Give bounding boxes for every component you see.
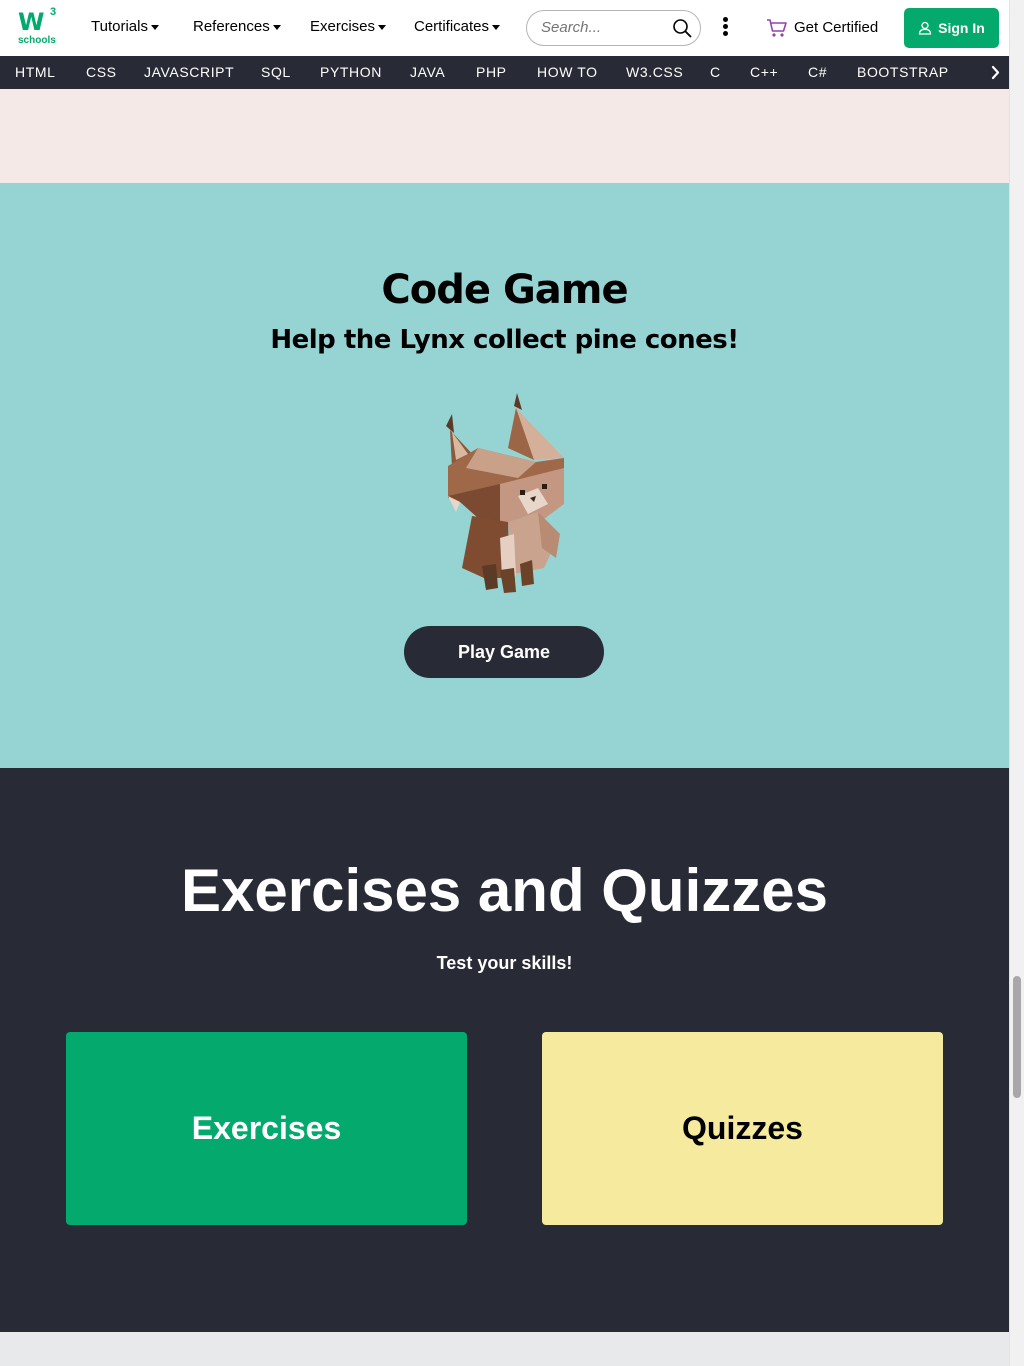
nav-exercises[interactable]: Exercises — [310, 18, 387, 35]
caret-down-icon — [378, 24, 387, 30]
logo-wordmark: schools — [18, 35, 56, 46]
language-bar: HTML CSS JAVASCRIPT SQL PYTHON JAVA PHP … — [0, 56, 1009, 89]
page-scrollbar[interactable] — [1009, 0, 1024, 1366]
lang-how-to[interactable]: HOW TO — [537, 64, 598, 80]
lang-c[interactable]: C — [710, 64, 721, 80]
w3schools-logo[interactable]: W 3 schools — [16, 6, 60, 48]
game-title: Code Game — [381, 267, 628, 313]
search-icon[interactable] — [672, 18, 692, 38]
lang-css[interactable]: CSS — [86, 64, 117, 80]
sign-in-button[interactable]: Sign In — [904, 8, 999, 48]
nav-references-label: References — [193, 18, 270, 35]
scroll-right-button[interactable] — [975, 56, 1009, 89]
lang-sql[interactable]: SQL — [261, 64, 291, 80]
user-icon — [919, 21, 932, 35]
more-menu-icon[interactable] — [722, 17, 730, 39]
exercises-quizzes-section: Exercises and Quizzes Test your skills! … — [0, 768, 1009, 1332]
lang-python[interactable]: PYTHON — [320, 64, 382, 80]
caret-down-icon — [150, 24, 159, 30]
nav-tutorials-label: Tutorials — [91, 18, 148, 35]
grey-section — [0, 1332, 1009, 1366]
lang-javascript[interactable]: JAVASCRIPT — [144, 64, 234, 80]
play-game-button[interactable]: Play Game — [404, 626, 604, 678]
nav-tutorials[interactable]: Tutorials — [91, 18, 159, 35]
caret-down-icon — [272, 24, 281, 30]
pink-section — [0, 89, 1009, 183]
lang-cpp[interactable]: C++ — [750, 64, 778, 80]
search-box — [526, 10, 701, 46]
lang-csharp[interactable]: C# — [808, 64, 827, 80]
cart-icon[interactable] — [766, 18, 788, 38]
quizzes-card[interactable]: Quizzes — [542, 1032, 943, 1225]
code-game-section: Code Game Help the Lynx collect pine con… — [0, 183, 1009, 768]
get-certified-link[interactable]: Get Certified — [794, 19, 878, 36]
caret-down-icon — [492, 24, 501, 30]
exercises-card[interactable]: Exercises — [66, 1032, 467, 1225]
nav-exercises-label: Exercises — [310, 18, 376, 35]
nav-certificates[interactable]: Certificates — [414, 18, 501, 35]
game-subtitle: Help the Lynx collect pine cones! — [270, 325, 739, 355]
sign-in-label: Sign In — [938, 20, 985, 36]
lang-bootstrap[interactable]: BOOTSTRAP — [857, 64, 949, 80]
nav-certificates-label: Certificates — [414, 18, 490, 35]
logo-letter: W — [18, 8, 45, 36]
scrollbar-thumb[interactable] — [1013, 976, 1021, 1098]
section-subtitle: Test your skills! — [436, 953, 573, 973]
search-input[interactable] — [541, 19, 671, 36]
lynx-illustration — [446, 393, 564, 593]
chevron-right-icon — [991, 65, 1000, 80]
lang-w3css[interactable]: W3.CSS — [626, 64, 683, 80]
lang-java[interactable]: JAVA — [410, 64, 445, 80]
lang-php[interactable]: PHP — [476, 64, 507, 80]
nav-references[interactable]: References — [193, 18, 281, 35]
section-title: Exercises and Quizzes — [181, 857, 828, 924]
lang-html[interactable]: HTML — [15, 64, 56, 80]
logo-superscript: 3 — [50, 6, 57, 18]
top-navbar: W 3 schools Tutorials References Exercis… — [0, 0, 1009, 56]
